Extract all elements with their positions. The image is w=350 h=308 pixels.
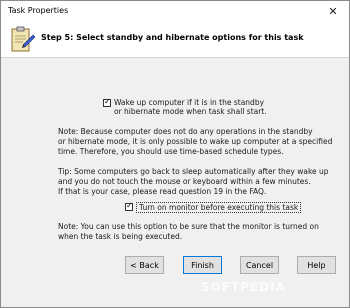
turn-on-monitor-option[interactable]: ✓ Turn on monitor before executing this … xyxy=(125,201,302,213)
sleep-tip: Tip: Some computers go back to sleep aut… xyxy=(58,167,329,196)
wake-up-label[interactable]: Wake up computer if it is in the standby… xyxy=(114,98,267,116)
wake-up-option[interactable]: ✓ Wake up computer if it is in the stand… xyxy=(103,97,267,116)
task-clipboard-icon xyxy=(11,26,35,52)
wizard-header: Step 5: Select standby and hibernate opt… xyxy=(1,21,349,58)
window-title: Task Properties xyxy=(8,6,69,15)
standby-note: Note: Because computer does not do any o… xyxy=(58,127,333,156)
turn-on-monitor-label[interactable]: Turn on monitor before executing this ta… xyxy=(136,202,302,213)
finish-button[interactable]: Finish xyxy=(183,256,222,274)
close-button[interactable]: ✕ xyxy=(317,1,349,21)
checkmark-icon: ✓ xyxy=(104,97,111,106)
task-properties-window: Task Properties ✕ Step 5: Select standby… xyxy=(0,0,350,308)
back-button[interactable]: < Back xyxy=(125,256,164,274)
help-button[interactable]: Help xyxy=(297,256,336,274)
turn-on-monitor-checkbox[interactable]: ✓ xyxy=(125,201,133,211)
title-bar: Task Properties ✕ xyxy=(1,1,349,21)
wake-up-label-line1: Wake up computer if it is in the standby xyxy=(114,98,265,107)
step-title: Step 5: Select standby and hibernate opt… xyxy=(41,33,304,42)
monitor-note: Note: You can use this option to be sure… xyxy=(58,222,319,241)
wake-up-label-line2: or hibernate mode when task shall start. xyxy=(114,107,267,116)
softpedia-watermark: SOFTPEDIA xyxy=(201,280,286,294)
wake-up-checkbox[interactable]: ✓ xyxy=(103,97,111,107)
close-icon: ✕ xyxy=(328,4,338,18)
checkmark-icon: ✓ xyxy=(126,201,133,210)
cancel-button[interactable]: Cancel xyxy=(240,256,279,274)
